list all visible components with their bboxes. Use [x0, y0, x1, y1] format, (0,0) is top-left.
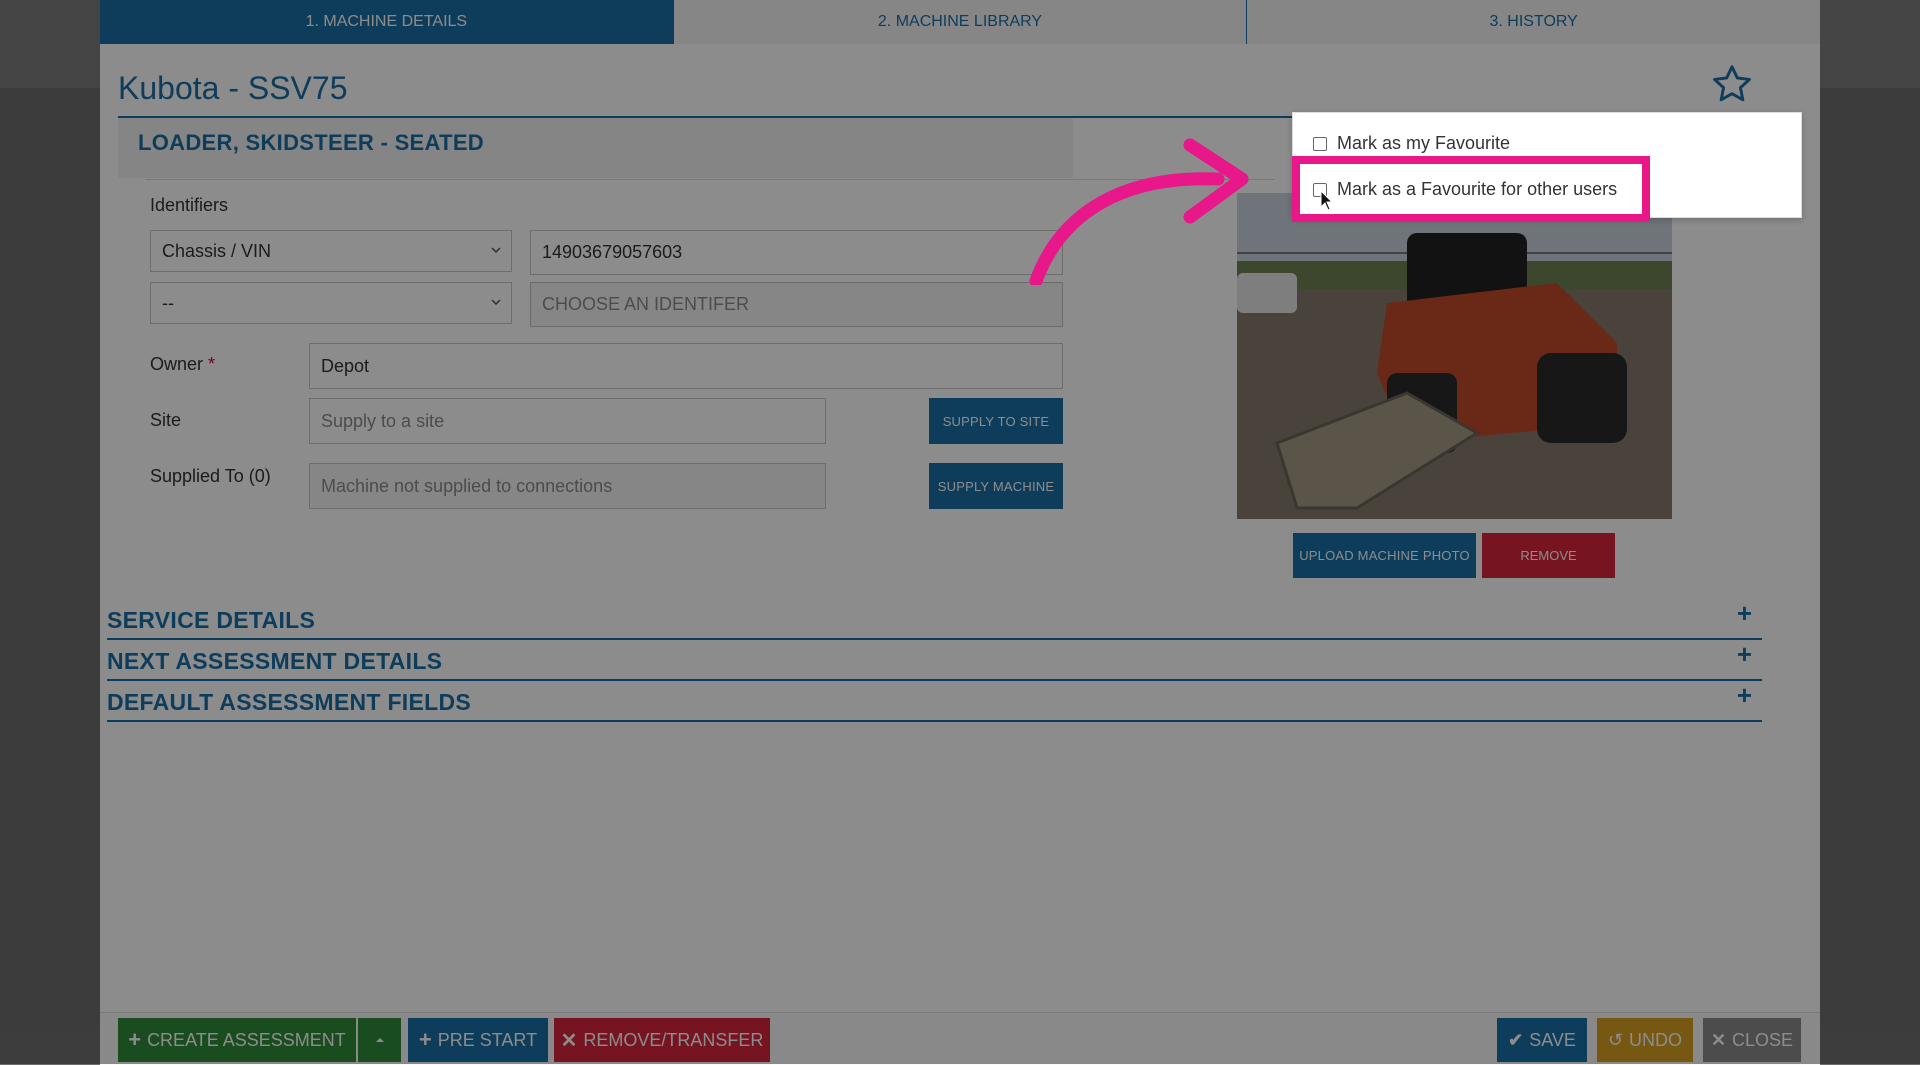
identifier-type-2-value: -- — [162, 292, 174, 313]
identifier-type-select-1[interactable]: Chassis / VIN — [150, 230, 512, 272]
save-button[interactable]: ✔ SAVE — [1497, 1018, 1587, 1062]
section-next-assessment-details[interactable]: NEXT ASSESSMENT DETAILS + — [107, 639, 1762, 681]
favourite-checkbox[interactable] — [1313, 136, 1327, 151]
create-assessment-dropdown[interactable] — [358, 1018, 401, 1062]
section-service-details[interactable]: SERVICE DETAILS + — [107, 598, 1762, 640]
chevron-down-icon — [491, 299, 501, 306]
star-icon[interactable] — [1710, 62, 1754, 106]
identifier-value-2-placeholder: CHOOSE AN IDENTIFER — [542, 294, 750, 314]
page-title: Kubota - SSV75 — [118, 70, 348, 106]
undo-button[interactable]: ↺ UNDO — [1597, 1018, 1693, 1062]
save-label: SAVE — [1529, 1029, 1576, 1050]
remove-transfer-label: REMOVE/TRANSFER — [583, 1029, 764, 1050]
pre-start-label: PRE START — [437, 1029, 538, 1050]
plus-icon: + — [418, 1027, 432, 1052]
tab-machine-library[interactable]: 2. MACHINE LIBRARY — [673, 0, 1248, 44]
owner-value: Depot — [321, 355, 370, 376]
tab-machine-details[interactable]: 1. MACHINE DETAILS — [100, 0, 674, 44]
mark-favourite-label: Mark as my Favourite — [1337, 133, 1511, 153]
identifier-value-field-1[interactable]: 14903679057603 — [530, 230, 1063, 275]
site-label: Site — [150, 410, 182, 430]
supply-machine-button[interactable]: SUPPLY MACHINE — [929, 463, 1063, 509]
upload-machine-photo-button[interactable]: UPLOAD MACHINE PHOTO — [1293, 533, 1476, 578]
identifiers-label: Identifiers — [150, 195, 229, 215]
annotation-arrow-icon — [1029, 138, 1249, 285]
create-assessment-label: CREATE ASSESSMENT — [147, 1029, 346, 1050]
undo-icon: ↺ — [1607, 1029, 1624, 1050]
close-icon: ✕ — [1710, 1029, 1727, 1050]
mouse-cursor-icon — [1320, 190, 1334, 211]
expand-plus-icon[interactable]: + — [1737, 680, 1752, 711]
remove-photo-button[interactable]: REMOVE — [1482, 533, 1615, 578]
close-icon: ✕ — [560, 1029, 578, 1052]
check-icon: ✔ — [1508, 1029, 1524, 1050]
identifier-value-field-2[interactable]: CHOOSE AN IDENTIFER — [530, 282, 1063, 327]
section-title: SERVICE DETAILS — [107, 607, 316, 633]
close-button[interactable]: ✕ CLOSE — [1703, 1018, 1801, 1062]
identifier-value-1: 14903679057603 — [542, 242, 683, 262]
owner-field[interactable]: Depot — [309, 343, 1063, 389]
mark-favourite-option[interactable]: Mark as my Favourite — [1313, 133, 1510, 154]
section-default-assessment-fields[interactable]: DEFAULT ASSESSMENT FIELDS + — [107, 680, 1762, 722]
section-title: DEFAULT ASSESSMENT FIELDS — [107, 689, 472, 715]
expand-plus-icon[interactable]: + — [1737, 639, 1752, 670]
site-placeholder: Supply to a site — [321, 410, 445, 431]
site-input[interactable]: Supply to a site — [309, 398, 826, 444]
tab-history[interactable]: 3. HISTORY — [1247, 0, 1821, 44]
pre-start-button[interactable]: + PRE START — [408, 1018, 548, 1062]
supplied-to-field: Machine not supplied to connections — [309, 463, 826, 509]
machine-photo — [1237, 193, 1672, 519]
supplied-to-placeholder: Machine not supplied to connections — [321, 475, 613, 496]
expand-plus-icon[interactable]: + — [1737, 598, 1752, 629]
create-assessment-button[interactable]: + CREATE ASSESSMENT — [118, 1018, 356, 1062]
machine-category: LOADER, SKIDSTEER - SEATED — [138, 130, 484, 155]
identifier-type-1-value: Chassis / VIN — [162, 240, 272, 261]
tab-bar: 1. MACHINE DETAILS 2. MACHINE LIBRARY 3.… — [100, 0, 1821, 44]
supplied-to-label: Supplied To (0) — [150, 466, 271, 486]
highlight-box — [1292, 156, 1650, 222]
machine-photo-illustration — [1237, 193, 1672, 519]
owner-label: Owner * — [150, 354, 216, 374]
undo-label: UNDO — [1629, 1029, 1683, 1050]
caret-up-icon — [375, 1038, 384, 1042]
remove-transfer-button[interactable]: ✕ REMOVE/TRANSFER — [554, 1018, 770, 1062]
close-label: CLOSE — [1732, 1029, 1794, 1050]
identifier-type-select-2[interactable]: -- — [150, 282, 512, 324]
chevron-down-icon — [491, 247, 501, 254]
required-marker: * — [208, 354, 216, 374]
plus-icon: + — [128, 1027, 142, 1052]
supply-to-site-button[interactable]: SUPPLY TO SITE — [929, 398, 1063, 444]
section-title: NEXT ASSESSMENT DETAILS — [107, 648, 443, 674]
